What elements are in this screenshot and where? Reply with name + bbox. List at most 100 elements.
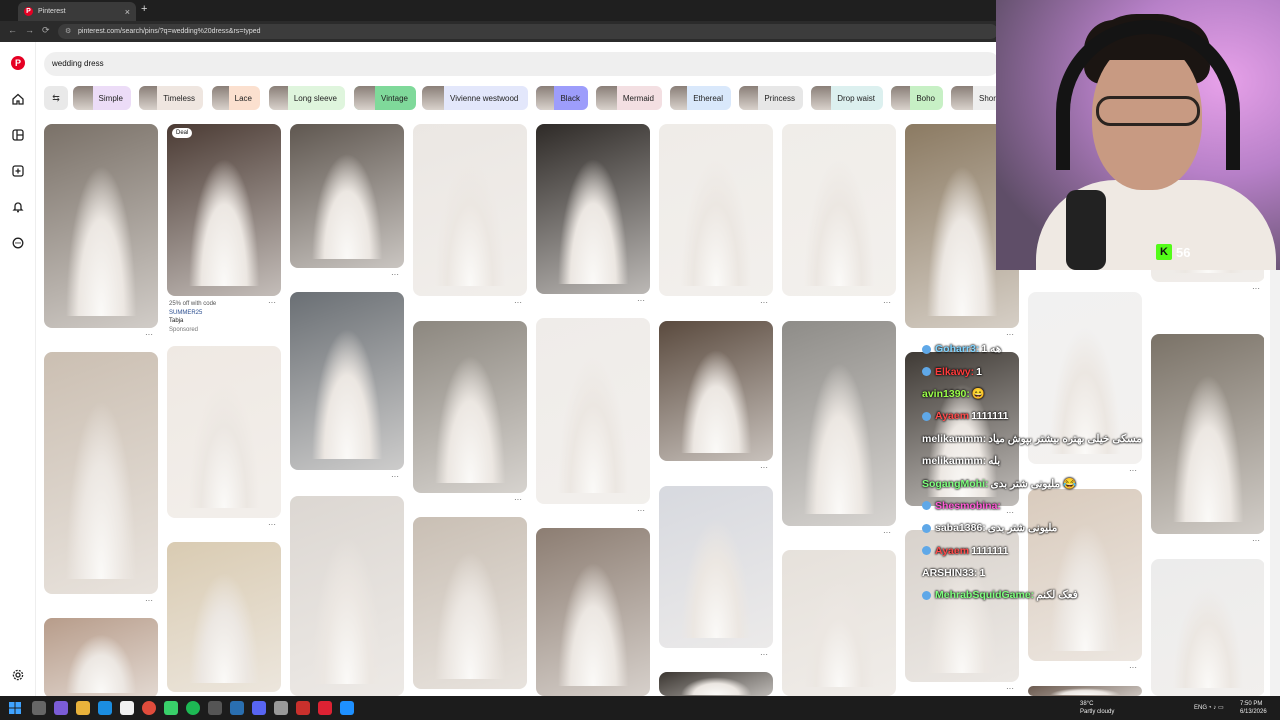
pin-image[interactable] [413, 517, 527, 689]
language-indicator[interactable]: ENG [1194, 704, 1207, 712]
network-icon[interactable]: ◔ ♪ ▭ [1208, 704, 1224, 712]
pin-image[interactable] [290, 496, 404, 696]
pin-image[interactable] [536, 318, 650, 504]
pin-more-icon[interactable]: ··· [760, 463, 768, 472]
clock[interactable]: 7:50 PM 6/13/2026 [1240, 700, 1267, 716]
store-icon[interactable] [120, 701, 134, 715]
chat-overlay: Goharr3: 1 هه Elkawy: 1 avin1390: 😄 Ayaem 11111… [922, 338, 1142, 607]
pin-image[interactable] [1151, 559, 1264, 696]
chip-black[interactable]: Black [536, 86, 588, 110]
weather-widget[interactable]: 38°C Partly cloudy [1064, 700, 1114, 716]
pin-more-icon[interactable]: ··· [145, 330, 153, 339]
chip-mermaid[interactable]: Mermaid [596, 86, 662, 110]
pin-more-icon[interactable]: ··· [1252, 536, 1260, 545]
chat-message: ARSHIN33: 1 [922, 562, 1082, 584]
pin-more-icon[interactable]: ··· [883, 528, 891, 537]
notifications-icon[interactable] [11, 201, 25, 215]
pin-more-icon[interactable]: ··· [391, 472, 399, 481]
chrome-icon[interactable] [142, 701, 156, 715]
close-tab-icon[interactable]: × [125, 7, 130, 17]
app2-icon[interactable] [164, 701, 178, 715]
chip-timeless[interactable]: Timeless [139, 86, 203, 110]
discord-icon[interactable] [252, 701, 266, 715]
pin-more-icon[interactable]: ··· [1129, 663, 1137, 672]
pin-image[interactable] [782, 124, 896, 296]
new-tab-button[interactable]: + [141, 3, 147, 15]
chip-boho[interactable]: Boho [891, 86, 943, 110]
scrollbar[interactable] [1270, 270, 1280, 696]
create-icon[interactable] [11, 165, 25, 179]
pin-image[interactable] [44, 352, 158, 594]
obs-icon[interactable] [208, 701, 222, 715]
pin-image[interactable]: Deal [167, 124, 281, 296]
reload-icon[interactable]: ⟳ [42, 25, 50, 36]
chip-ethereal[interactable]: Ethereal [670, 86, 731, 110]
pin-image[interactable] [782, 550, 896, 696]
explore-icon[interactable] [11, 129, 25, 143]
url-input[interactable]: ⚙ pinterest.com/search/pins/?q=wedding%2… [58, 24, 998, 39]
app3-icon[interactable] [274, 701, 288, 715]
pin-image[interactable] [659, 672, 773, 696]
edge-icon[interactable] [98, 701, 112, 715]
promo-code[interactable]: SUMMER25 [169, 309, 279, 318]
pin-image[interactable] [659, 321, 773, 461]
steam-icon[interactable] [230, 701, 244, 715]
chat-text: 1111111 [971, 544, 1009, 557]
home-icon[interactable] [11, 93, 25, 107]
pinterest-logo-icon[interactable]: P [11, 56, 25, 70]
chip-shor[interactable]: Shor [951, 86, 1000, 110]
pin-image[interactable] [44, 618, 158, 696]
pin-image[interactable] [536, 528, 650, 696]
chip-vivienne-westwood[interactable]: Vivienne westwood [422, 86, 528, 110]
file-explorer-icon[interactable] [76, 701, 90, 715]
back-icon[interactable]: ← [8, 25, 17, 35]
pin-more-icon[interactable]: ··· [1129, 466, 1137, 475]
pin-image[interactable] [1028, 686, 1142, 696]
pin-image[interactable] [413, 124, 527, 296]
pin-more-icon[interactable]: ··· [637, 506, 645, 515]
pin-image[interactable] [44, 124, 158, 328]
pin-more-icon[interactable]: ··· [1252, 284, 1260, 293]
chip-drop-waist[interactable]: Drop waist [811, 86, 883, 110]
chip-simple[interactable]: Simple [73, 86, 131, 110]
pin-more-icon[interactable]: ··· [514, 495, 522, 504]
forward-icon[interactable]: → [25, 25, 34, 35]
pin-more-icon[interactable]: ··· [760, 650, 768, 659]
pin-image[interactable] [290, 292, 404, 470]
tab-pinterest[interactable]: P Pinterest × [18, 2, 136, 21]
pin-more-icon[interactable]: ··· [637, 296, 645, 305]
settings-icon[interactable] [11, 669, 25, 683]
pin-image[interactable] [167, 346, 281, 518]
pin-more-icon[interactable]: ··· [1006, 684, 1014, 693]
pin-more-icon[interactable]: ··· [268, 520, 276, 529]
pin-image[interactable] [659, 486, 773, 648]
search-input[interactable]: wedding dress [44, 52, 1000, 76]
pin-image[interactable] [290, 124, 404, 268]
filter-icon[interactable]: ⇆ [44, 86, 68, 110]
pin-image[interactable] [659, 124, 773, 296]
windows-start-icon[interactable] [8, 701, 22, 715]
app-taskbar-icon[interactable] [54, 701, 68, 715]
pin-image[interactable] [536, 124, 650, 294]
pin-image[interactable] [782, 321, 896, 526]
pin-more-icon[interactable]: ··· [391, 270, 399, 279]
messages-icon[interactable] [11, 237, 25, 251]
app4-icon[interactable] [296, 701, 310, 715]
pin-image[interactable] [1151, 334, 1264, 534]
chip-princess[interactable]: Princess [739, 86, 803, 110]
app5-icon[interactable] [318, 701, 332, 715]
chip-long-sleeve[interactable]: Long sleeve [269, 86, 345, 110]
pin-image[interactable] [167, 542, 281, 692]
site-info-icon[interactable]: ⚙ [65, 24, 71, 39]
pin-more-icon[interactable]: ··· [514, 298, 522, 307]
pin-image[interactable] [413, 321, 527, 493]
search-taskbar-icon[interactable] [32, 701, 46, 715]
chip-vintage[interactable]: Vintage [354, 86, 416, 110]
chip-lace[interactable]: Lace [212, 86, 260, 110]
pin-more-icon[interactable]: ··· [883, 298, 891, 307]
app6-icon[interactable] [340, 701, 354, 715]
pin-more-icon[interactable]: ··· [760, 298, 768, 307]
spotify-icon[interactable] [186, 701, 200, 715]
pin-more-icon[interactable]: ··· [145, 596, 153, 605]
promo-brand[interactable]: Tabja [169, 317, 279, 326]
